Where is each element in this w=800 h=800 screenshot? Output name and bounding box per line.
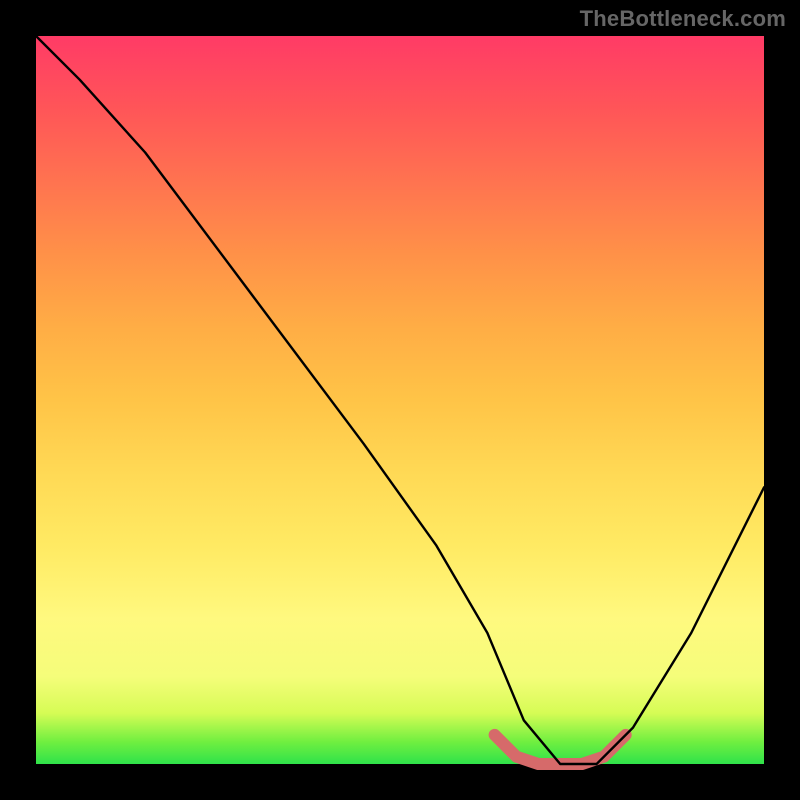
optimal-highlight-path bbox=[495, 735, 626, 764]
plot-area bbox=[36, 36, 764, 764]
bottleneck-curve-path bbox=[36, 36, 764, 764]
chart-stage: TheBottleneck.com bbox=[0, 0, 800, 800]
curve-layer bbox=[36, 36, 764, 764]
watermark-text: TheBottleneck.com bbox=[580, 6, 786, 32]
